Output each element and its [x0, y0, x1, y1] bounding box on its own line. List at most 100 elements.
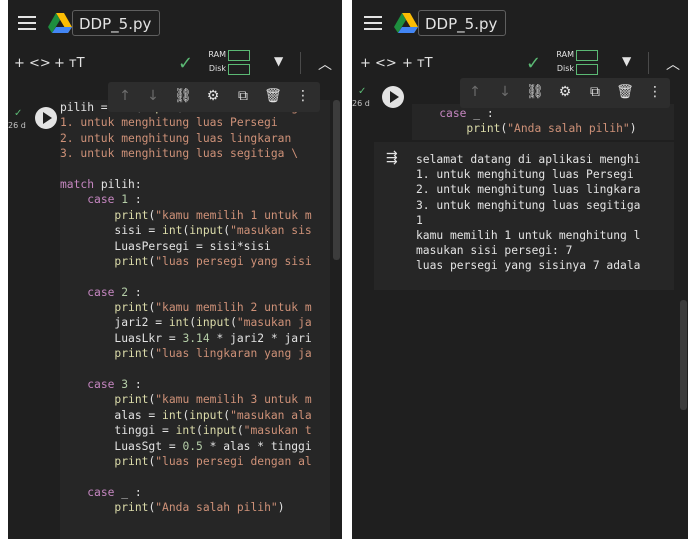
code-token: "masukan ala [230, 408, 312, 422]
disk-label: Disk [556, 64, 574, 73]
code-line: LuasPersegi = sisi*sisi [60, 239, 330, 254]
check-icon: ✓ [14, 108, 23, 119]
arrow-up-icon[interactable]: ↑ [466, 84, 484, 100]
code-token: "masukan ja [236, 316, 312, 330]
code-token: ( [230, 316, 237, 330]
ram-label: RAM [208, 50, 226, 59]
code-token: "kamu memilih 3 untuk m [155, 393, 312, 407]
code-line: case 1 : [60, 192, 330, 207]
link-icon[interactable]: ⛓ [174, 88, 192, 104]
code-token: LuasSgt = [60, 439, 183, 453]
delete-icon[interactable]: 🗑 [264, 88, 282, 104]
link-icon[interactable]: ⛓ [526, 84, 544, 100]
code-token: pilih = [60, 101, 115, 114]
arrow-up-icon[interactable]: ↑ [116, 88, 134, 104]
scrollbar[interactable] [333, 100, 340, 260]
run-icon[interactable] [35, 107, 57, 129]
code-token: case [439, 107, 467, 120]
code-line: case 2 : [60, 285, 330, 300]
code-token: 1. untuk menghitung luas Persegi [60, 116, 278, 130]
gear-icon[interactable]: ⚙ [204, 88, 222, 104]
mirror-cell-icon[interactable]: ⧉ [234, 88, 252, 104]
code-token: case [87, 485, 115, 499]
add-text-button[interactable]: + ᴛT [402, 56, 433, 71]
disk-label: Disk [208, 64, 226, 73]
code-token: : [128, 378, 142, 392]
code-token: "kamu memilih 1 untuk m [155, 208, 312, 222]
menu-icon[interactable] [18, 16, 36, 30]
output-line: selamat datang di aplikasi menghi [416, 153, 641, 166]
disk-bar [228, 64, 250, 75]
code-token: input [189, 224, 224, 238]
toolbar-divider [300, 52, 301, 74]
more-icon[interactable]: ⋮ [646, 84, 664, 100]
arrow-down-icon[interactable]: ↓ [496, 84, 514, 100]
code-line: case _ : [412, 106, 674, 121]
header: DDP_5.py [8, 0, 342, 46]
code-token: ( [236, 424, 244, 438]
code-token: "Anda salah pilih" [155, 501, 278, 515]
code-token: tinggi = [60, 424, 176, 438]
collapse-icon[interactable]: ︿ [318, 54, 332, 74]
code-token: 3.14 [182, 331, 210, 345]
code-token: int [168, 316, 190, 330]
mirror-cell-icon[interactable]: ⧉ [586, 84, 604, 100]
menu-icon[interactable] [364, 16, 382, 30]
collapse-icon[interactable]: ︿ [666, 54, 680, 74]
ram-disk-indicator[interactable]: RAM Disk [548, 48, 604, 78]
code-token: alas = [60, 408, 163, 422]
notebook-title[interactable]: DDP_5.py [418, 10, 506, 36]
drive-logo-icon [394, 13, 418, 33]
code-line: print("Anda salah pilih") [412, 121, 674, 136]
code-editor[interactable]: pilih = int(input("""selamat datang1. un… [60, 100, 330, 539]
right-notebook-panel: DDP_5.py + <> + ᴛT ✓ RAM Disk ▼ ︿ ✓ 26 d… [352, 0, 688, 539]
code-token: ) [277, 501, 285, 515]
code-line: jari2 = int(input("masukan ja [60, 315, 330, 330]
dropdown-icon[interactable]: ▼ [274, 54, 283, 68]
gear-icon[interactable]: ⚙ [556, 84, 574, 100]
disk-bar [576, 64, 598, 75]
code-line: case 3 : [60, 377, 330, 392]
notebook-title[interactable]: DDP_5.py [72, 10, 160, 36]
code-line: LuasLkr = 3.14 * jari2 * jari [60, 331, 330, 346]
code-line: print("luas persegi yang sisi [60, 254, 330, 269]
code-token: "luas persegi yang sisi [155, 254, 312, 268]
code-token: : [128, 285, 142, 299]
scrollbar[interactable] [680, 300, 687, 410]
code-token: input [202, 424, 237, 438]
arrow-down-icon[interactable]: ↓ [144, 88, 162, 104]
code-token: 3. untuk menghitung luas segitiga \ [60, 147, 299, 161]
add-code-button[interactable]: + <> [360, 56, 397, 71]
left-notebook-panel: DDP_5.py + <> + ᴛT ✓ RAM Disk ▼ ︿ ✓ 26 d… [8, 0, 342, 539]
code-line: tinggi = int(input("masukan t [60, 423, 330, 438]
delete-icon[interactable]: 🗑 [616, 84, 634, 100]
code-line: LuasSgt = 0.5 * alas * tinggi [60, 439, 330, 454]
run-icon[interactable] [382, 86, 404, 108]
code-line: sisi = int(input("masukan sis [60, 223, 330, 238]
code-line: print("kamu memilih 3 untuk m [60, 392, 330, 407]
dropdown-icon[interactable]: ▼ [622, 54, 631, 68]
ram-disk-indicator[interactable]: RAM Disk [200, 48, 256, 78]
output-icon[interactable]: ⇶ [386, 150, 398, 166]
code-token: "Anda salah pilih" [507, 122, 630, 136]
code-token: print [114, 454, 149, 468]
output-line: kamu memilih 1 untuk menghitung l [416, 228, 641, 242]
cell-toolbar: ↑ ↓ ⛓ ⚙ ⧉ 🗑 ⋮ [460, 78, 670, 108]
more-icon[interactable]: ⋮ [294, 88, 312, 104]
cell-output: selamat datang di aplikasi menghi 1. untu… [416, 152, 674, 288]
code-editor[interactable]: case _ : print("Anda salah pilih") [412, 104, 674, 140]
add-code-button[interactable]: + <> [14, 56, 51, 71]
add-text-button[interactable]: + ᴛT [54, 56, 85, 71]
code-line: 3. untuk menghitung luas segitiga \ [60, 146, 330, 161]
ram-label: RAM [556, 50, 574, 59]
